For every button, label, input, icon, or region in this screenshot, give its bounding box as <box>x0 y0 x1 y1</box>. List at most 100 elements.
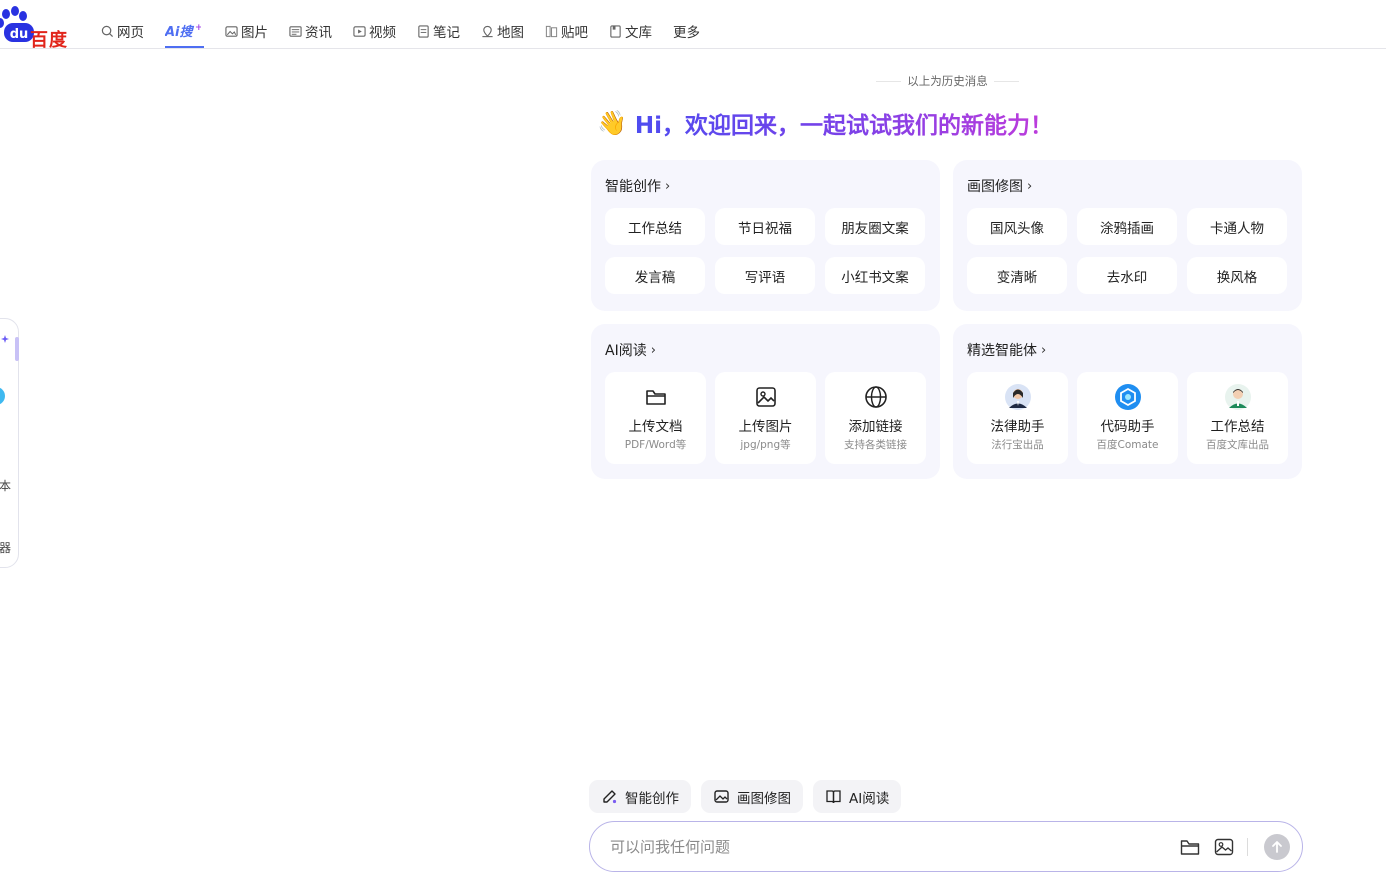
card-agents: 精选智能体 › 法律助手 法行宝出品 代码助手 百度Comate 工作总结 百度… <box>953 324 1302 479</box>
svg-text:du: du <box>10 27 29 42</box>
tile-sub: PDF/Word等 <box>624 439 687 451</box>
tile-sub: 百度文库出品 <box>1206 439 1269 451</box>
card-title-text: AI阅读 <box>605 343 647 359</box>
chip-holiday-wishes[interactable]: 节日祝福 <box>715 208 815 245</box>
tab-label: 贴吧 <box>561 25 588 41</box>
tile-sub: 百度Comate <box>1096 439 1159 451</box>
assistant-avatar-icon[interactable] <box>0 387 5 405</box>
tile-label: 代码助手 <box>1100 419 1155 435</box>
tile-label: 上传文档 <box>628 419 683 435</box>
tab-label: 视频 <box>369 25 396 41</box>
tab-label: 更多 <box>673 25 700 41</box>
svg-text:Ai搜: Ai搜 <box>165 24 195 39</box>
quick-writing-button[interactable]: 智能创作 <box>589 780 691 813</box>
send-button[interactable] <box>1264 834 1290 860</box>
card-writing: 智能创作 › 工作总结 节日祝福 朋友圈文案 发言稿 写评语 小红书文案 <box>591 160 940 311</box>
tab-web[interactable]: 网页 <box>101 20 144 42</box>
chip-moments-copy[interactable]: 朋友圈文案 <box>825 208 925 245</box>
greeting-text: Hi，欢迎回来，一起试试我们的新能力！ <box>635 106 1053 140</box>
tile-label: 上传图片 <box>738 419 793 435</box>
tab-news[interactable]: 资讯 <box>289 20 332 42</box>
side-label[interactable]: 器 <box>0 539 11 556</box>
quick-button-label: AI阅读 <box>849 790 890 807</box>
chip-work-summary[interactable]: 工作总结 <box>605 208 705 245</box>
tab-notes[interactable]: 笔记 <box>417 20 460 42</box>
baidu-logo[interactable]: du 百度 <box>0 6 74 51</box>
chevron-right-icon: › <box>1041 342 1047 358</box>
chip-speech[interactable]: 发言稿 <box>605 257 705 294</box>
video-icon <box>353 25 366 37</box>
chip-cartoon[interactable]: 卡通人物 <box>1187 208 1287 245</box>
tab-images[interactable]: 图片 <box>225 20 268 42</box>
chip-enhance[interactable]: 变清晰 <box>967 257 1067 294</box>
image-icon <box>225 25 238 37</box>
tab-video[interactable]: 视频 <box>353 20 396 42</box>
input-divider <box>1247 838 1248 856</box>
map-icon <box>482 25 493 37</box>
chevron-right-icon: › <box>1027 178 1033 194</box>
worker-avatar-icon <box>1224 384 1251 410</box>
note-icon <box>418 24 429 38</box>
tile-code-assistant[interactable]: 代码助手 百度Comate <box>1077 372 1178 464</box>
quick-button-label: 画图修图 <box>737 790 791 807</box>
chip-change-style[interactable]: 换风格 <box>1187 257 1287 294</box>
image-icon <box>755 387 776 407</box>
image-icon[interactable] <box>1214 838 1234 856</box>
tab-more[interactable]: 更多 <box>673 20 700 42</box>
tile-add-link[interactable]: 添加链接 支持各类链接 <box>825 372 926 464</box>
tab-wenku[interactable]: 文库 <box>609 20 652 42</box>
chip-xiaohongshu-copy[interactable]: 小红书文案 <box>825 257 925 294</box>
chevron-right-icon: › <box>650 342 656 358</box>
paw-logo-icon: du <box>0 6 34 42</box>
history-divider-text: 以上为历史消息 <box>907 74 988 88</box>
card-title-writing[interactable]: 智能创作 › <box>605 176 670 196</box>
card-title-agents[interactable]: 精选智能体 › <box>967 340 1046 360</box>
card-painting: 画图修图 › 国风头像 涂鸦插画 卡通人物 变清晰 去水印 换风格 <box>953 160 1302 311</box>
pen-sparkle-icon <box>603 790 617 804</box>
news-icon <box>289 25 302 37</box>
card-reading: AI阅读 › 上传文档 PDF/Word等 上传图片 jpg/png等 添加链接… <box>591 324 940 479</box>
chat-input[interactable] <box>608 834 1168 860</box>
greeting: 👋 Hi，欢迎回来，一起试试我们的新能力！ <box>597 105 1053 141</box>
chip-doodle[interactable]: 涂鸦插画 <box>1077 208 1177 245</box>
globe-icon <box>864 386 887 408</box>
tile-sub: 法行宝出品 <box>991 439 1044 451</box>
comate-logo-icon <box>1114 384 1141 410</box>
sparkle-icon[interactable] <box>0 333 9 349</box>
nav-tabs: 网页 Ai搜 + 图片 资讯 视频 笔记 地图 贴吧 文库 更多 <box>101 20 721 48</box>
tab-label: 资讯 <box>305 25 332 41</box>
chip-guofeng-avatar[interactable]: 国风头像 <box>967 208 1067 245</box>
chip-comment[interactable]: 写评语 <box>715 257 815 294</box>
tile-sub: jpg/png等 <box>740 439 791 451</box>
arrow-up-icon <box>1272 841 1282 853</box>
side-label[interactable]: 本 <box>0 477 11 494</box>
history-divider: 以上为历史消息 <box>870 72 1025 90</box>
quick-reading-button[interactable]: AI阅读 <box>813 780 902 813</box>
top-nav-bar: du 百度 网页 Ai搜 + 图片 资讯 视频 笔记 地图 贴吧 文库 更多 <box>0 0 1386 51</box>
waving-hand-icon: 👋 <box>597 109 627 137</box>
chevron-right-icon: › <box>665 178 671 194</box>
tile-upload-image[interactable]: 上传图片 jpg/png等 <box>715 372 816 464</box>
card-title-text: 智能创作 <box>605 179 661 195</box>
search-icon <box>101 25 114 37</box>
chip-remove-watermark[interactable]: 去水印 <box>1077 257 1177 294</box>
tab-map[interactable]: 地图 <box>481 20 524 42</box>
tile-work-summary-agent[interactable]: 工作总结 百度文库出品 <box>1187 372 1288 464</box>
tile-label: 工作总结 <box>1210 419 1265 435</box>
card-title-painting[interactable]: 画图修图 › <box>967 176 1032 196</box>
logo-text: 百度 <box>30 30 68 51</box>
image-edit-icon <box>714 790 729 803</box>
quick-painting-button[interactable]: 画图修图 <box>701 780 803 813</box>
tab-tieba[interactable]: 贴吧 <box>545 20 588 42</box>
tieba-icon <box>545 25 558 37</box>
tab-label: 文库 <box>625 25 652 41</box>
book-icon <box>826 790 841 804</box>
tab-ai-search[interactable]: Ai搜 + <box>165 20 204 48</box>
quick-button-label: 智能创作 <box>625 790 679 807</box>
folder-icon[interactable] <box>1180 838 1200 856</box>
card-title-reading[interactable]: AI阅读 › <box>605 340 656 360</box>
tile-legal-assistant[interactable]: 法律助手 法行宝出品 <box>967 372 1068 464</box>
card-title-text: 精选智能体 <box>967 343 1037 359</box>
side-panel[interactable]: 本 器 <box>0 318 19 568</box>
tile-upload-doc[interactable]: 上传文档 PDF/Word等 <box>605 372 706 464</box>
